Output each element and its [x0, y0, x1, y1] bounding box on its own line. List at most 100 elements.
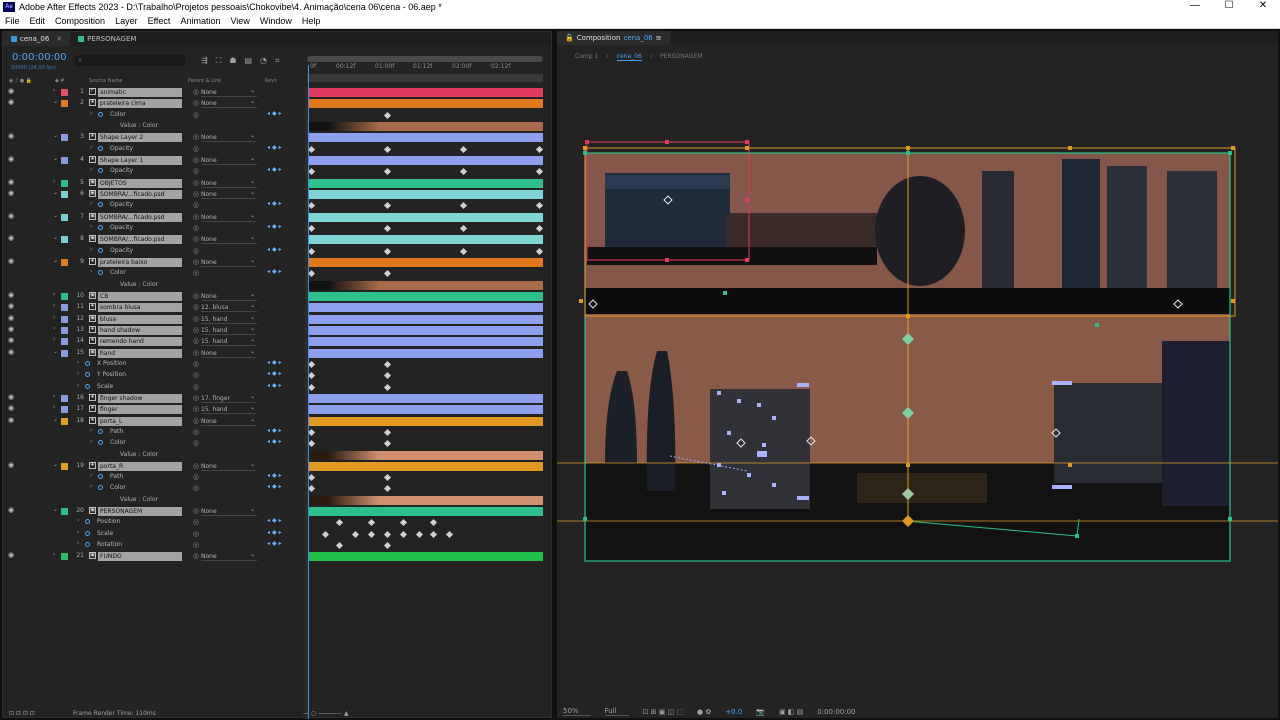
twirl-chevron-icon[interactable]: ⌄: [53, 348, 58, 355]
layer-duration-bar[interactable]: [309, 461, 543, 471]
label-color-swatch[interactable]: [61, 462, 68, 470]
twirl-chevron-icon[interactable]: ›: [53, 87, 55, 94]
label-color-swatch[interactable]: [61, 134, 68, 142]
label-color-swatch[interactable]: [61, 89, 68, 96]
layer-duration-bar[interactable]: [309, 314, 543, 324]
label-color-swatch[interactable]: [61, 236, 68, 244]
stopwatch-icon[interactable]: [85, 542, 90, 548]
twirl-chevron-icon[interactable]: ⌄: [53, 416, 58, 423]
magnification-select[interactable]: 50%: [563, 707, 591, 716]
pick-whip-icon[interactable]: ◎: [193, 383, 199, 391]
composition-viewer[interactable]: [557, 71, 1278, 703]
label-color-swatch[interactable]: [61, 258, 68, 266]
graph-editor-icon[interactable]: ⌗: [275, 56, 280, 66]
keyframe[interactable]: [351, 530, 359, 538]
twirl-chevron-icon[interactable]: ›: [90, 166, 92, 173]
keyframe[interactable]: [383, 383, 391, 391]
visibility-eye-icon[interactable]: ◉: [8, 506, 14, 514]
keyframe[interactable]: [383, 111, 391, 119]
twirl-chevron-icon[interactable]: ›: [90, 472, 92, 479]
pick-whip-icon[interactable]: ◎: [193, 88, 199, 96]
keyframe-track[interactable]: [307, 247, 543, 256]
visibility-eye-icon[interactable]: ◉: [8, 314, 14, 322]
parent-select[interactable]: None: [201, 550, 257, 562]
layer-name[interactable]: animatic: [98, 88, 182, 97]
layer-row[interactable]: ◉ ⌄ 7 ▣ SOMBRA/...ficado.psd ◎ None: [3, 211, 553, 223]
keyframe-navigator-icon[interactable]: ◂◆▸: [267, 370, 284, 377]
label-color-swatch[interactable]: [61, 553, 68, 561]
keyframe-navigator-icon[interactable]: ◂◆▸: [267, 359, 284, 366]
layer-duration-bar[interactable]: [309, 325, 543, 335]
pick-whip-icon[interactable]: ◎: [193, 518, 199, 526]
parent-select[interactable]: None: [201, 415, 257, 426]
parent-select[interactable]: 12. blusa: [201, 301, 257, 313]
keyframe-navigator-icon[interactable]: ◂◆▸: [267, 382, 284, 389]
visibility-eye-icon[interactable]: ◉: [8, 416, 14, 424]
menu-help[interactable]: Help: [297, 16, 326, 26]
label-color-swatch[interactable]: [61, 338, 68, 346]
value-graph-row[interactable]: Value : Color: [3, 280, 553, 291]
visibility-eye-icon[interactable]: ◉: [8, 404, 14, 412]
parent-select[interactable]: 15. hand: [201, 313, 257, 324]
property-row[interactable]: › Path ◎ ◂◆▸: [3, 427, 553, 438]
visibility-eye-icon[interactable]: ◉: [8, 155, 14, 163]
visibility-eye-icon[interactable]: ◉: [8, 189, 14, 197]
keyframe[interactable]: [367, 519, 375, 527]
stopwatch-icon[interactable]: [85, 530, 90, 536]
twirl-chevron-icon[interactable]: ›: [77, 382, 79, 389]
frame-blending-icon[interactable]: ▤: [244, 56, 252, 66]
layer-duration-bar[interactable]: [309, 507, 543, 517]
twirl-chevron-icon[interactable]: ›: [53, 178, 55, 185]
stopwatch-icon[interactable]: [85, 372, 90, 378]
layer-duration-bar[interactable]: [309, 257, 543, 267]
keyframe[interactable]: [459, 224, 467, 232]
visibility-eye-icon[interactable]: ◉: [8, 234, 14, 242]
keyframe-navigator-icon[interactable]: ◂◆▸: [267, 529, 284, 536]
keyframe-navigator-icon[interactable]: ◂◆▸: [267, 200, 284, 207]
layer-duration-bar[interactable]: [309, 178, 543, 188]
keyframe[interactable]: [307, 145, 316, 153]
keyframe[interactable]: [335, 542, 343, 550]
keyframe[interactable]: [459, 168, 467, 176]
exposure-value[interactable]: +0.0: [725, 708, 742, 716]
label-color-swatch[interactable]: [61, 179, 68, 187]
timeline-tab-personagem[interactable]: PERSONAGEM: [70, 32, 144, 46]
keyframe-track[interactable]: [307, 269, 543, 278]
pick-whip-icon[interactable]: ◎: [193, 439, 199, 447]
pick-whip-icon[interactable]: ◎: [193, 156, 199, 164]
parent-select[interactable]: None: [201, 211, 257, 222]
visibility-eye-icon[interactable]: ◉: [8, 393, 14, 401]
layer-duration-bar[interactable]: [309, 291, 543, 301]
parent-select[interactable]: None: [201, 154, 257, 165]
stopwatch-icon[interactable]: [98, 145, 103, 151]
property-row[interactable]: › Path ◎ ◂◆▸: [3, 472, 553, 483]
layer-row[interactable]: ◉ ⌄ 8 ▣ SOMBRA/...ficado.psd ◎ None: [3, 233, 553, 245]
stopwatch-icon[interactable]: [85, 360, 90, 366]
layer-name[interactable]: OBJETOS: [98, 178, 182, 188]
pick-whip-icon[interactable]: ◎: [193, 541, 199, 549]
keyframe-track[interactable]: [307, 383, 543, 392]
keyframe-navigator-icon[interactable]: ◂◆▸: [267, 517, 284, 524]
keyframe[interactable]: [307, 247, 316, 255]
pick-whip-icon[interactable]: ◎: [193, 213, 199, 221]
layer-duration-bar[interactable]: [309, 133, 543, 143]
motion-blur-icon[interactable]: ◔: [260, 56, 267, 66]
pick-whip-icon[interactable]: ◎: [193, 507, 199, 515]
layer-name[interactable]: remendo hand: [98, 337, 182, 347]
stopwatch-icon[interactable]: [98, 247, 103, 253]
composition-tab[interactable]: 🔓 Composition cena_06 ≡: [557, 31, 670, 45]
twirl-chevron-icon[interactable]: ›: [77, 540, 79, 547]
twirl-chevron-icon[interactable]: ⌄: [53, 234, 58, 241]
layer-search-input[interactable]: ⌕: [75, 55, 185, 66]
layer-name[interactable]: hand: [98, 348, 182, 358]
keyframe[interactable]: [307, 440, 316, 448]
menu-animation[interactable]: Animation: [175, 16, 225, 26]
property-row[interactable]: › Rotation ◎ ◂◆▸: [3, 540, 553, 551]
layer-row[interactable]: ◉ ⌄ 6 ▣ SOMBRA/...ficado.psd ◎ None: [3, 188, 553, 200]
visibility-eye-icon[interactable]: ◉: [8, 348, 14, 356]
keyframe[interactable]: [535, 168, 543, 176]
keyframe[interactable]: [383, 202, 391, 210]
visibility-eye-icon[interactable]: ◉: [8, 212, 14, 220]
keyframe[interactable]: [307, 485, 316, 493]
pick-whip-icon[interactable]: ◎: [193, 145, 199, 153]
